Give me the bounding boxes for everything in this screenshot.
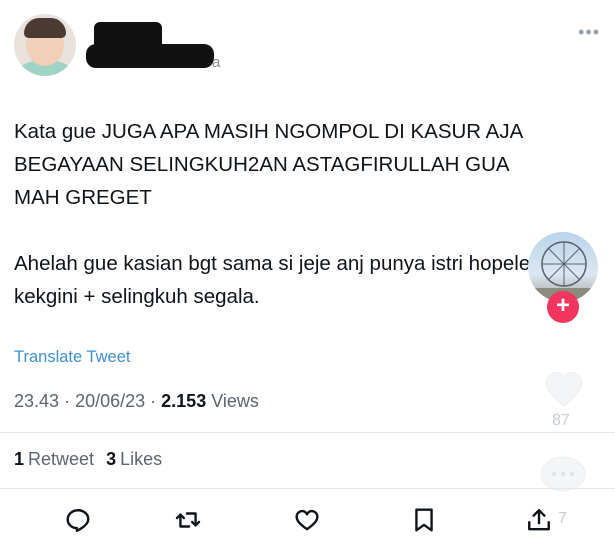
share-button[interactable] — [523, 504, 555, 536]
meta-separator: · — [64, 391, 76, 411]
reply-icon — [66, 509, 90, 533]
overlay-share-count: 7 — [558, 510, 567, 527]
avatar-hair — [24, 18, 66, 38]
divider — [0, 432, 615, 433]
engagement-stats: 1 Retweet 3 Likes — [14, 449, 162, 470]
tweet-time[interactable]: 23.43 — [14, 391, 59, 411]
tweet-paragraph: Ahelah gue kasian bgt sama si jeje anj p… — [14, 252, 551, 308]
tweet-meta: 23.43 · 20/06/23 · 2.153 Views — [14, 391, 259, 412]
bookmark-icon — [415, 508, 433, 532]
bookmark-button[interactable] — [408, 504, 440, 536]
views-count: 2.153 — [161, 391, 207, 411]
retweet-button[interactable] — [172, 504, 204, 536]
reply-button[interactable] — [62, 504, 94, 536]
author-handle-tail: a — [212, 54, 221, 71]
heart-icon — [295, 509, 319, 531]
views-label: Views — [211, 391, 259, 411]
meta-separator: · — [150, 391, 162, 411]
overlay-comment-icon[interactable] — [538, 454, 588, 498]
retweet-label: Retweet — [28, 449, 95, 469]
retweet-icon — [175, 512, 201, 528]
like-button[interactable] — [291, 504, 323, 536]
tweet-body: Kata gue JUGA APA MASIH NGOMPOL DI KASUR… — [14, 115, 554, 346]
likes-count: 3 — [106, 449, 117, 469]
share-icon — [528, 509, 550, 531]
tweet-date[interactable]: 20/06/23 — [75, 391, 145, 411]
redacted-handle — [86, 44, 214, 68]
retweet-count: 1 — [14, 449, 25, 469]
follow-plus-button[interactable]: + — [547, 291, 579, 323]
translate-tweet-link[interactable]: Translate Tweet — [14, 348, 130, 367]
retweets-stat[interactable]: 1 Retweet — [14, 449, 94, 469]
more-options-icon[interactable]: ••• — [578, 22, 600, 43]
overlay-heart-icon[interactable] — [540, 366, 588, 410]
likes-label: Likes — [120, 449, 163, 469]
author-avatar[interactable] — [14, 14, 76, 76]
tweet-actions: 7 — [0, 500, 615, 540]
tweet-paragraph: Kata gue JUGA APA MASIH NGOMPOL DI KASUR… — [14, 120, 523, 209]
likes-stat[interactable]: 3 Likes — [106, 449, 162, 469]
divider — [0, 488, 615, 489]
tweet-header: a ••• — [14, 14, 604, 84]
overlay-like-count: 87 — [552, 412, 570, 429]
